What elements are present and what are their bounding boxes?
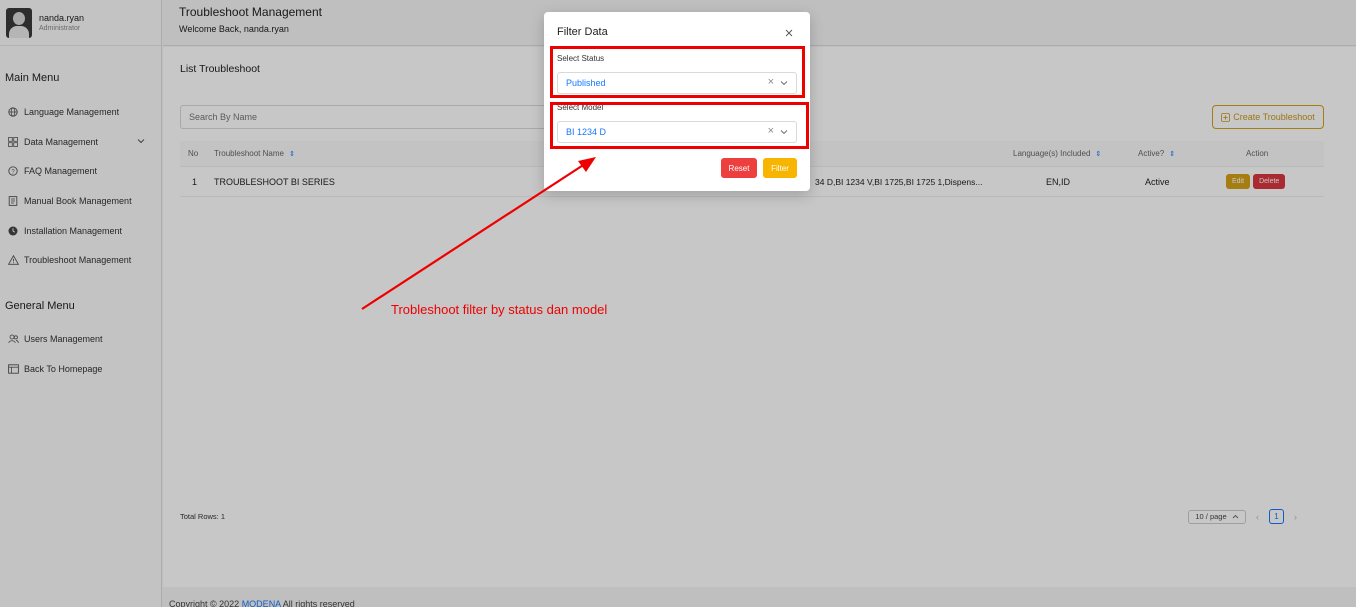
- annotation-arrow: [361, 157, 596, 310]
- annotation-text: Trobleshoot filter by status dan model: [391, 302, 608, 317]
